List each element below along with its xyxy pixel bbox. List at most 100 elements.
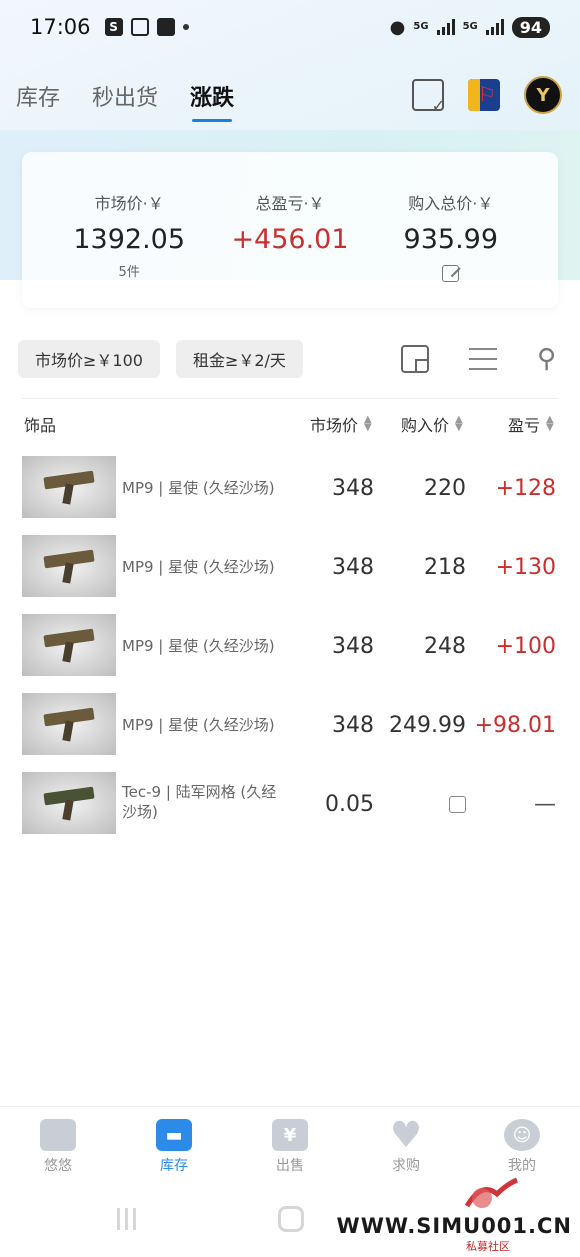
s-app-icon: S [104, 18, 123, 36]
edit-cost-icon[interactable] [449, 796, 466, 813]
item-image [22, 614, 116, 676]
table-row[interactable]: MP9 | 星使 (久经沙场) 348 249.99 +98.01 [22, 693, 558, 757]
signal-bars-icon [436, 19, 455, 35]
header-cost-label: 购入价 [401, 416, 450, 435]
nav-label: 悠悠 [44, 1158, 72, 1174]
battery-indicator: 94 [511, 16, 550, 38]
avatar[interactable]: Y [524, 76, 562, 114]
header-market-sort[interactable]: 市场价 ▲ ▼ [310, 412, 372, 436]
shopping-bag-icon [156, 18, 175, 36]
market-label: 市场价·￥ [94, 194, 164, 213]
filter-icon[interactable]: ⚲ [537, 346, 556, 372]
item-name: Tec-9 | 陆军网格 (久经沙场) [122, 783, 277, 821]
more-dot-icon [182, 24, 189, 30]
table-row[interactable]: Tec-9 | 陆军网格 (久经沙场) 0.05 — [22, 772, 558, 836]
profit: +130 [495, 555, 556, 580]
profit: — [534, 792, 556, 817]
select-check-icon[interactable] [412, 79, 445, 115]
item-name: MP9 | 星使 (久经沙场) [122, 637, 275, 655]
header-market-label: 市场价 [310, 416, 359, 435]
profit: +128 [495, 476, 556, 501]
profit-value: +456.01 [231, 224, 349, 255]
watermark-subtext: 私募社区 [466, 1240, 510, 1253]
nav-label: 出售 [276, 1158, 304, 1174]
header-profit-label: 盈亏 [508, 416, 541, 435]
header-item-label: 饰品 [24, 416, 57, 435]
signal-bars-icon-2 [485, 19, 504, 35]
sort-icon: ▲ ▼ [546, 414, 554, 433]
network-5g-2: 5G [462, 21, 478, 32]
header-item: 饰品 [24, 412, 56, 436]
filter-chip-rent[interactable]: 租金≥￥2/天 [175, 340, 303, 378]
market-price: 348 [332, 476, 374, 501]
watermark-text: WWW.SIMU001.CN [336, 1214, 572, 1238]
item-name: MP9 | 星使 (久经沙场) [122, 479, 275, 497]
sell-tag-icon: ¥ [272, 1119, 308, 1151]
table-row[interactable]: MP9 | 星使 (久经沙场) 348 248 +100 [22, 614, 558, 678]
view-toggle-group: ⚲ [400, 345, 562, 373]
list-view-icon[interactable] [468, 348, 497, 370]
item-name: MP9 | 星使 (久经沙场) [122, 558, 275, 576]
item-name: MP9 | 星使 (久经沙场) [122, 716, 275, 734]
watermark-logo-icon [464, 1177, 518, 1208]
cost-label: 购入总价·￥ [408, 194, 494, 213]
sort-icon: ▲ ▼ [364, 414, 372, 433]
location-icon: ● [389, 16, 406, 38]
filter-chip-market[interactable]: 市场价≥￥100 [18, 340, 160, 378]
cost-price: 218 [424, 555, 466, 580]
scan-icon [130, 18, 149, 36]
profit: +98.01 [474, 713, 556, 738]
nav-buy[interactable]: ♥ 求购 [348, 1107, 464, 1206]
market-price: 348 [332, 713, 374, 738]
top-tabs: 库存 秒出货 涨跌 [16, 80, 234, 122]
tab-quick-sell[interactable]: 秒出货 [92, 80, 158, 122]
nav-label: 我的 [508, 1158, 536, 1174]
header-profit-sort[interactable]: 盈亏 ▲ ▼ [508, 412, 554, 436]
profile-icon: ☺ [504, 1119, 540, 1151]
status-bar: 17:06 S ● 5G 5G 94 [0, 0, 580, 54]
market-price: 348 [332, 634, 374, 659]
cost-price: 249.99 [389, 713, 466, 738]
market-price: 0.05 [325, 792, 374, 817]
nav-sell[interactable]: ¥ 出售 [232, 1107, 348, 1206]
status-notification-icons: S [104, 18, 189, 36]
table-row[interactable]: MP9 | 星使 (久经沙场) 348 218 +130 [22, 535, 558, 599]
heart-icon: ♥ [389, 1114, 423, 1156]
table-row[interactable]: MP9 | 星使 (久经沙场) 348 220 +128 [22, 456, 558, 520]
filter-bar: 市场价≥￥100 租金≥￥2/天 ⚲ [18, 340, 562, 378]
item-image [22, 693, 116, 755]
summary-market: 市场价·￥ 1392.05 5件 [50, 190, 208, 308]
tab-price-change[interactable]: 涨跌 [190, 80, 234, 122]
header-actions: Y [412, 76, 562, 115]
cost-price: 220 [424, 476, 466, 501]
home-box-icon [40, 1119, 76, 1151]
nav-youyou[interactable]: 悠悠 [0, 1107, 116, 1206]
item-image [22, 535, 116, 597]
header-cost-sort[interactable]: 购入价 ▲ ▼ [401, 412, 463, 436]
tab-inventory[interactable]: 库存 [16, 80, 60, 122]
status-right: ● 5G 5G 94 [389, 16, 550, 38]
market-value: 1392.05 [73, 224, 186, 255]
item-image [22, 772, 116, 834]
nav-label: 求购 [392, 1158, 420, 1174]
profit: +100 [495, 634, 556, 659]
status-time: 17:06 [30, 15, 91, 39]
edit-icon[interactable] [442, 265, 460, 282]
inventory-box-icon: ▬ [156, 1119, 192, 1151]
nav-inventory[interactable]: ▬ 库存 [116, 1107, 232, 1206]
nav-label: 库存 [160, 1158, 188, 1174]
table-header: 饰品 市场价 ▲ ▼ 购入价 ▲ ▼ 盈亏 ▲ ▼ [24, 412, 558, 438]
cost-price: 248 [424, 634, 466, 659]
summary-card: 市场价·￥ 1392.05 5件 总盈亏·￥ +456.01 购入总价·￥ 93… [22, 152, 558, 308]
market-count: 5件 [118, 265, 140, 280]
sort-icon: ▲ ▼ [455, 414, 463, 433]
summary-cost: 购入总价·￥ 935.99 [372, 190, 530, 308]
grid-view-icon[interactable] [400, 345, 429, 373]
recent-apps-icon[interactable] [117, 1208, 136, 1230]
home-button-icon[interactable] [278, 1206, 304, 1232]
divider [22, 398, 558, 399]
market-price: 348 [332, 555, 374, 580]
cs-game-icon[interactable] [468, 79, 500, 111]
summary-profit: 总盈亏·￥ +456.01 [211, 190, 369, 308]
profit-label: 总盈亏·￥ [255, 194, 325, 213]
